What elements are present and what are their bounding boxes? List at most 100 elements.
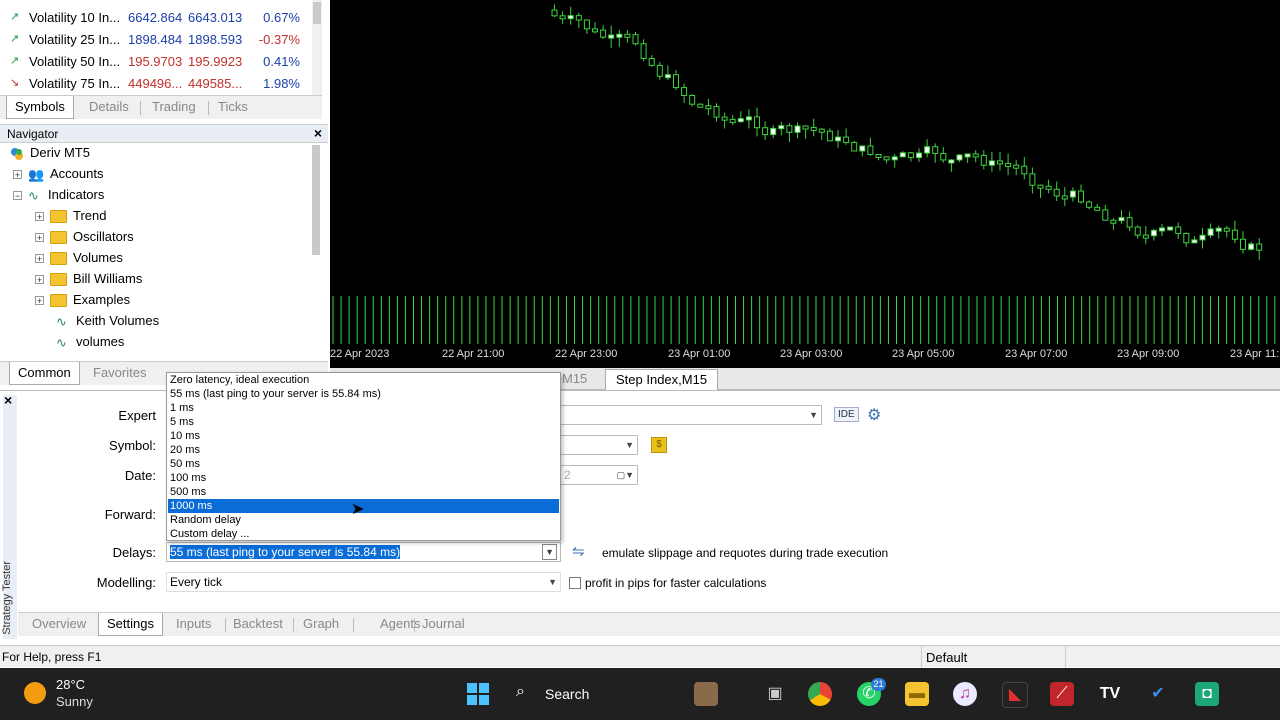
trend-up-icon: ↗ — [10, 33, 20, 45]
tree-item-deriv-mt5[interactable]: Deriv MT5 — [10, 143, 90, 163]
indicator-icon: ∿ — [28, 188, 39, 204]
tab-backtest[interactable]: Backtest — [225, 613, 291, 635]
candle-body — [875, 153, 882, 158]
candle-body — [907, 152, 914, 159]
tree-item-keith-volumes[interactable]: ∿ Keith Volumes — [56, 310, 159, 331]
date-field[interactable]: 2 ▢▼ — [560, 465, 638, 485]
status-profile[interactable]: Default — [926, 650, 967, 665]
candle-body — [1021, 165, 1028, 175]
symbol-select[interactable]: ▼ — [560, 435, 638, 455]
android-app-icon[interactable]: ◘ — [1195, 682, 1219, 706]
expand-icon[interactable]: + — [13, 170, 22, 180]
close-icon[interactable]: × — [4, 392, 12, 408]
symbol-properties-icon[interactable]: $ — [651, 437, 667, 453]
expand-icon[interactable]: + — [35, 212, 44, 222]
slippage-settings-icon[interactable]: ⇋ — [572, 542, 585, 560]
candle-body — [689, 94, 696, 105]
expand-icon[interactable]: + — [35, 233, 44, 243]
dropdown-option[interactable]: 20 ms — [168, 443, 559, 457]
tab-common[interactable]: Common — [9, 362, 80, 385]
market-row[interactable]: ↘ Volatility 75 In... 449496... 449585..… — [0, 73, 322, 95]
dropdown-option[interactable]: 500 ms — [168, 485, 559, 499]
weather-temp[interactable]: 28°C — [56, 677, 85, 692]
chrome-icon[interactable] — [808, 682, 832, 706]
tree-item-examples[interactable]: + Examples — [35, 289, 130, 310]
dropdown-option[interactable]: 55 ms (last ping to your server is 55.84… — [168, 387, 559, 401]
market-row[interactable]: ↗ Volatility 50 In... 195.9703 195.9923 … — [0, 51, 322, 73]
tab-separator — [353, 618, 354, 632]
expert-select[interactable]: ▼ — [560, 405, 822, 425]
tab-separator — [293, 618, 294, 632]
tab-ticks[interactable]: Ticks — [210, 96, 256, 118]
tree-item-trend[interactable]: + Trend — [35, 205, 106, 226]
navigator-scroll-thumb[interactable] — [312, 145, 320, 255]
tab-trading[interactable]: Trading — [144, 96, 204, 118]
gear-icon[interactable]: ⚙ — [867, 405, 881, 425]
ide-button[interactable]: IDE — [834, 407, 859, 422]
tab-favorites[interactable]: Favorites — [85, 362, 154, 384]
candle-body — [648, 57, 655, 66]
expand-icon[interactable]: + — [35, 275, 44, 285]
todo-check-icon[interactable]: ✔ — [1146, 682, 1170, 706]
chevron-down-icon[interactable]: ▼ — [542, 544, 557, 560]
tree-item-volumes-indicator[interactable]: ∿ volumes — [56, 331, 124, 352]
windows-start-icon[interactable] — [466, 682, 490, 706]
mt5-app-icon[interactable]: ⟋ — [1050, 682, 1074, 706]
candle-body — [843, 136, 850, 144]
candle-body — [997, 160, 1003, 165]
tree-item-label: Volumes — [73, 250, 123, 265]
tree-item-indicators[interactable]: − ∿ Indicators — [13, 184, 104, 205]
expand-icon[interactable]: + — [35, 296, 44, 306]
mouse-cursor-icon: ➤ — [351, 501, 365, 518]
itunes-icon[interactable]: ♫ — [953, 682, 977, 706]
file-explorer-icon[interactable]: ▬ — [905, 682, 929, 706]
avatar-icon[interactable] — [694, 682, 718, 706]
market-row[interactable]: ↗ Volatility 25 In... 1898.484 1898.593 … — [0, 29, 322, 51]
tab-overview[interactable]: Overview — [24, 613, 94, 635]
tradingview-icon[interactable]: TV — [1098, 682, 1122, 706]
tree-item-oscillators[interactable]: + Oscillators — [35, 226, 134, 247]
modelling-label: Modelling: — [96, 575, 156, 590]
dropdown-option[interactable]: 5 ms — [168, 415, 559, 429]
market-watch-scroll-thumb[interactable] — [313, 2, 321, 24]
task-view-icon[interactable]: ▣ — [763, 682, 787, 706]
dropdown-option[interactable]: Custom delay ... — [168, 527, 559, 541]
dropdown-option[interactable]: 10 ms — [168, 429, 559, 443]
tab-chart-step-index[interactable]: Step Index,M15 — [605, 369, 719, 391]
delays-select[interactable]: 55 ms (last ping to your server is 55.84… — [166, 542, 561, 562]
trend-down-icon: ↘ — [10, 77, 20, 89]
market-row[interactable]: ↗ Volatility 10 In... 6642.864 6643.013 … — [0, 7, 322, 29]
tab-details[interactable]: Details — [81, 96, 137, 118]
taskbar-search[interactable]: ⌕ Search — [508, 680, 628, 708]
collapse-icon[interactable]: − — [13, 191, 22, 201]
dropdown-option[interactable]: 1 ms — [168, 401, 559, 415]
price-chart[interactable]: 22 Apr 2023 22 Apr 21:00 22 Apr 23:00 23… — [330, 0, 1280, 368]
expand-icon[interactable]: + — [35, 254, 44, 264]
folder-icon — [50, 294, 67, 308]
tab-journal[interactable]: Journal — [414, 613, 473, 635]
tab-graph[interactable]: Graph — [295, 613, 347, 635]
tree-item-label: Examples — [73, 292, 131, 307]
tab-separator — [140, 101, 141, 115]
dropdown-option[interactable]: Zero latency, ideal execution — [168, 373, 559, 387]
bid-price: 1898.484 — [128, 32, 183, 47]
search-icon: ⌕ — [516, 683, 525, 700]
tab-inputs[interactable]: Inputs — [168, 613, 219, 635]
close-icon[interactable]: × — [314, 125, 322, 141]
tree-item-accounts[interactable]: + 👥 Accounts — [13, 163, 103, 184]
deriv-app-icon[interactable]: ◣ — [1002, 682, 1028, 708]
tree-item-bill-williams[interactable]: + Bill Williams — [35, 268, 142, 289]
candle-body — [745, 116, 752, 121]
dropdown-option[interactable]: 50 ms — [168, 457, 559, 471]
tree-item-volumes[interactable]: + Volumes — [35, 247, 123, 268]
tab-settings[interactable]: Settings — [98, 613, 163, 636]
tab-symbols[interactable]: Symbols — [6, 96, 74, 119]
dropdown-option[interactable]: 100 ms — [168, 471, 559, 485]
candle-body — [883, 156, 890, 161]
modelling-select[interactable]: Every tick ▼ — [166, 572, 561, 592]
sun-icon[interactable] — [24, 682, 46, 704]
ask-price: 449585... — [188, 76, 243, 91]
profit-in-pips-checkbox[interactable] — [569, 577, 581, 589]
weather-desc[interactable]: Sunny — [56, 694, 93, 709]
candle-body — [1256, 243, 1263, 251]
